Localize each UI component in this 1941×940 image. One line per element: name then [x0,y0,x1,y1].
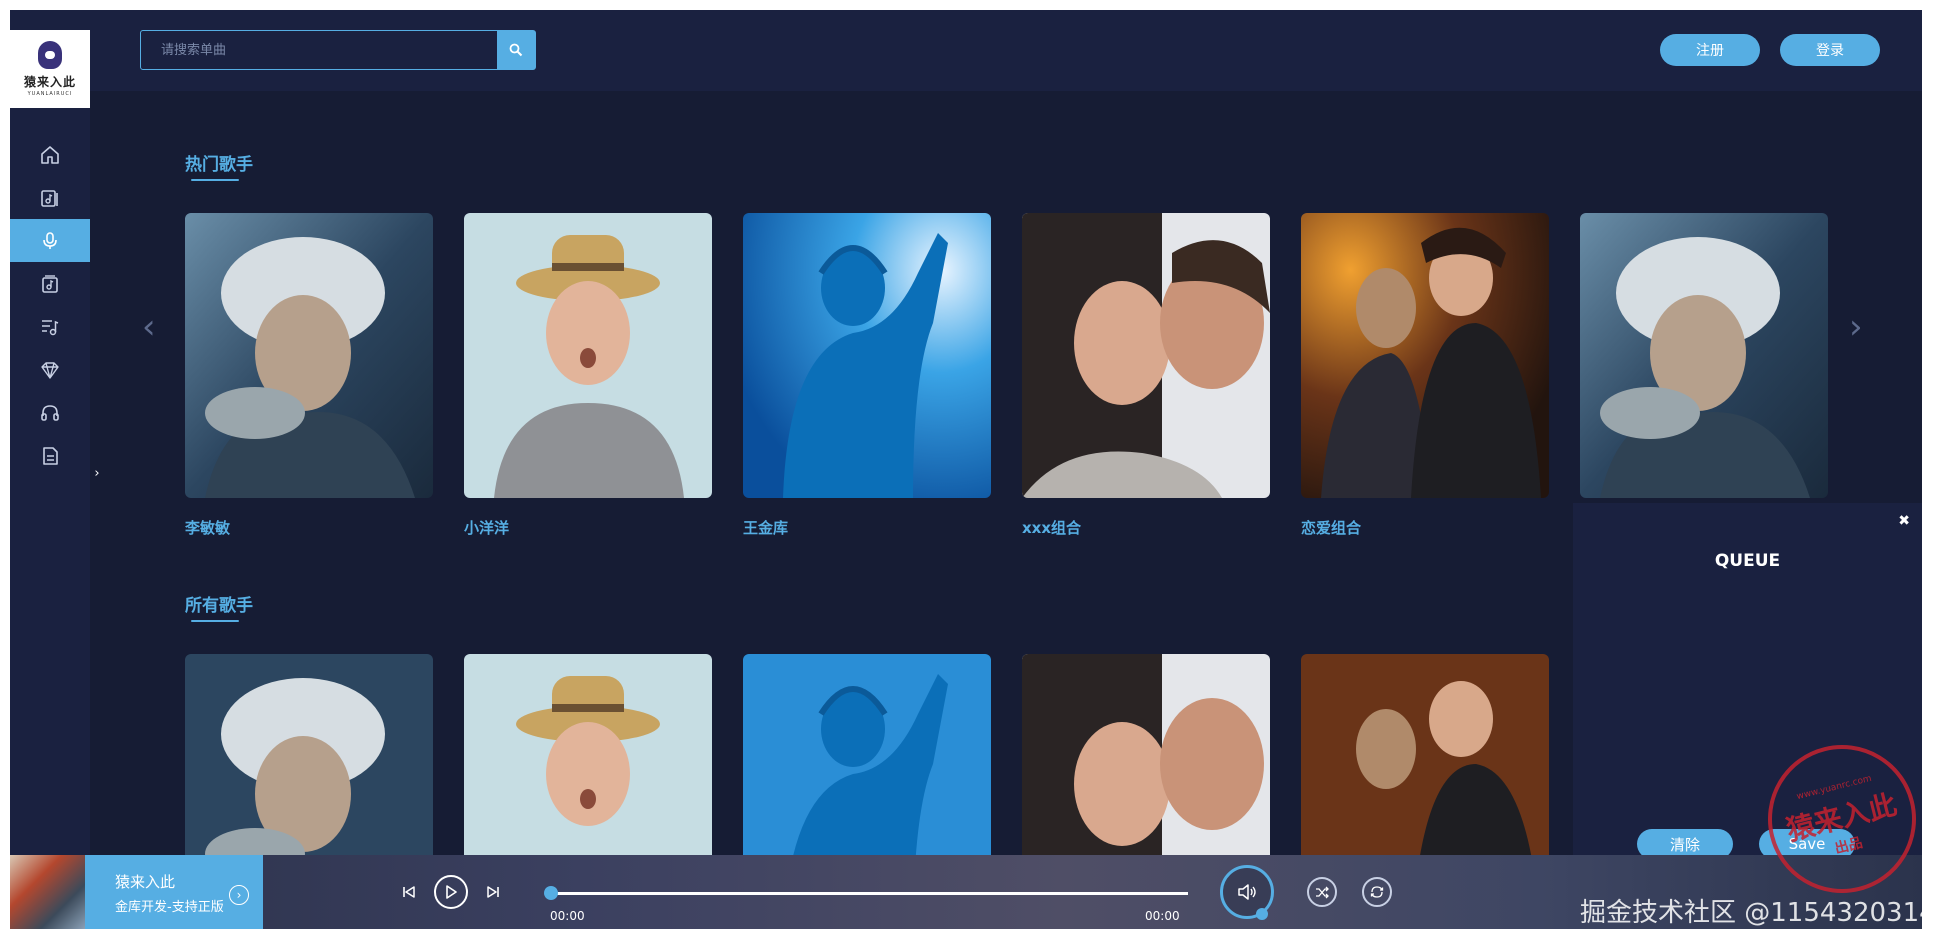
sidebar-item-vip[interactable] [10,348,90,391]
close-icon: ✖ [1898,513,1910,529]
play-button[interactable] [434,875,468,909]
track-subtitle: 金库开发-支持正版 [115,900,224,915]
volume-handle[interactable] [1256,908,1268,920]
headphones-icon [41,404,59,421]
sidebar-item-music-library[interactable] [10,176,90,219]
singer-name[interactable]: 王金库 [743,517,788,538]
repeat-icon [1370,886,1384,898]
sidebar-item-home[interactable] [10,133,90,176]
skip-next-icon [487,886,499,898]
document-icon [43,446,58,465]
arrow-right-icon: › [236,888,242,902]
search-bar [140,30,536,70]
carousel-prev-button[interactable]: ‹ [142,310,156,344]
skip-previous-icon [403,886,415,898]
top-header: 注册 登录 [90,10,1922,91]
track-title: 猿来入此 [115,873,176,891]
logo-text: 猿来入此 [23,75,76,89]
current-time: 00:00 [550,909,585,923]
music-file-icon [42,274,58,293]
queue-title: QUEUE [1714,551,1781,571]
app-window: 注册 登录 猿来入此 YUANLAIRUCI [10,10,1922,929]
total-time: 00:00 [1145,909,1180,923]
all-singers-underline [191,620,239,622]
singer-name[interactable]: xxx组合 [1022,517,1081,538]
diamond-icon [41,361,59,379]
register-button[interactable]: 注册 [1660,34,1760,66]
singer-card-photo[interactable] [185,213,433,498]
microphone-icon [43,231,57,249]
music-library-icon [41,189,58,207]
carousel-next-button[interactable]: › [1849,310,1863,344]
singer-name[interactable]: 李敏敏 [185,517,230,538]
singer-name[interactable]: 小洋洋 [464,517,509,538]
search-button[interactable] [497,31,535,69]
singer-card-photo[interactable] [464,213,712,498]
sidebar-item-listen[interactable] [10,391,90,434]
chevron-right-icon: › [1849,307,1863,347]
monkey-logo-icon [38,41,62,69]
previous-button[interactable] [398,881,420,903]
play-icon [446,885,457,899]
login-button[interactable]: 登录 [1780,34,1880,66]
sidebar-item-playlist[interactable] [10,305,90,348]
brand-logo[interactable]: 猿来入此 YUANLAIRUCI [10,30,90,108]
sidebar: 猿来入此 YUANLAIRUCI [10,10,90,929]
repeat-button[interactable] [1362,877,1392,907]
next-button[interactable] [482,881,504,903]
close-queue-button[interactable]: ✖ [1898,513,1910,529]
now-playing-info[interactable]: 猿来入此 金库开发-支持正版 › [85,855,263,929]
chevron-right-icon: › [94,465,100,481]
sidebar-item-songs[interactable] [10,262,90,305]
sidebar-expand-button[interactable]: › [90,458,104,488]
progress-handle[interactable] [544,886,558,900]
shuffle-button[interactable] [1307,877,1337,907]
singer-name[interactable]: 恋爱组合 [1301,517,1361,538]
track-detail-button[interactable]: › [229,885,249,905]
singer-card-photo[interactable] [743,213,991,498]
album-cover[interactable] [10,855,85,929]
hot-singers-title: 热门歌手 [185,155,253,175]
singer-card-photo[interactable] [1580,213,1828,498]
playlist-icon [42,319,59,335]
singer-card-photo[interactable] [1022,213,1270,498]
home-icon [41,145,59,164]
search-input[interactable] [141,31,497,69]
logo-subtext: YUANLAIRUCI [27,91,73,97]
chevron-left-icon: ‹ [142,307,156,347]
sidebar-item-docs[interactable] [10,434,90,477]
sidebar-item-singers[interactable] [10,219,90,262]
source-watermark: 掘金技术社区 @1154320314 CSDN @猿来入此小猿 [1580,898,1922,928]
singer-card-photo[interactable] [1301,213,1549,498]
all-singers-title: 所有歌手 [185,596,253,616]
progress-bar[interactable] [544,886,1188,900]
shuffle-icon [1316,886,1329,899]
volume-icon [1238,884,1256,900]
search-icon [509,43,523,57]
hot-singers-underline [191,179,239,181]
